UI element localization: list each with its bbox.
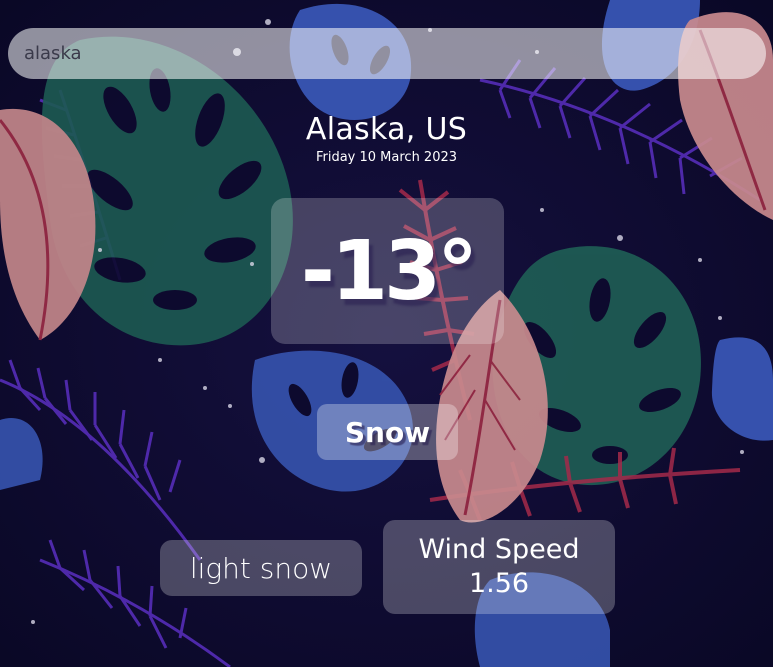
search-input[interactable]: [24, 43, 750, 64]
weather-app: Alaska, US Friday 10 March 2023 -13° Sno…: [0, 0, 773, 667]
description-label: light snow: [189, 551, 333, 585]
wind-speed-value: 1.56: [468, 568, 530, 599]
temperature-card: -13°: [271, 198, 504, 344]
wind-speed-label: Wind Speed: [418, 534, 580, 565]
date-label: Friday 10 March 2023: [315, 150, 458, 165]
condition-label: Snow: [344, 415, 431, 449]
search-bar[interactable]: [8, 28, 766, 79]
description-card: light snow: [160, 540, 362, 596]
temperature-value: -13°: [300, 223, 478, 319]
wind-speed-card: Wind Speed 1.56: [383, 520, 615, 614]
condition-card: Snow: [317, 404, 458, 460]
search-row: [24, 43, 750, 64]
location-title: Alaska, US: [305, 112, 468, 147]
